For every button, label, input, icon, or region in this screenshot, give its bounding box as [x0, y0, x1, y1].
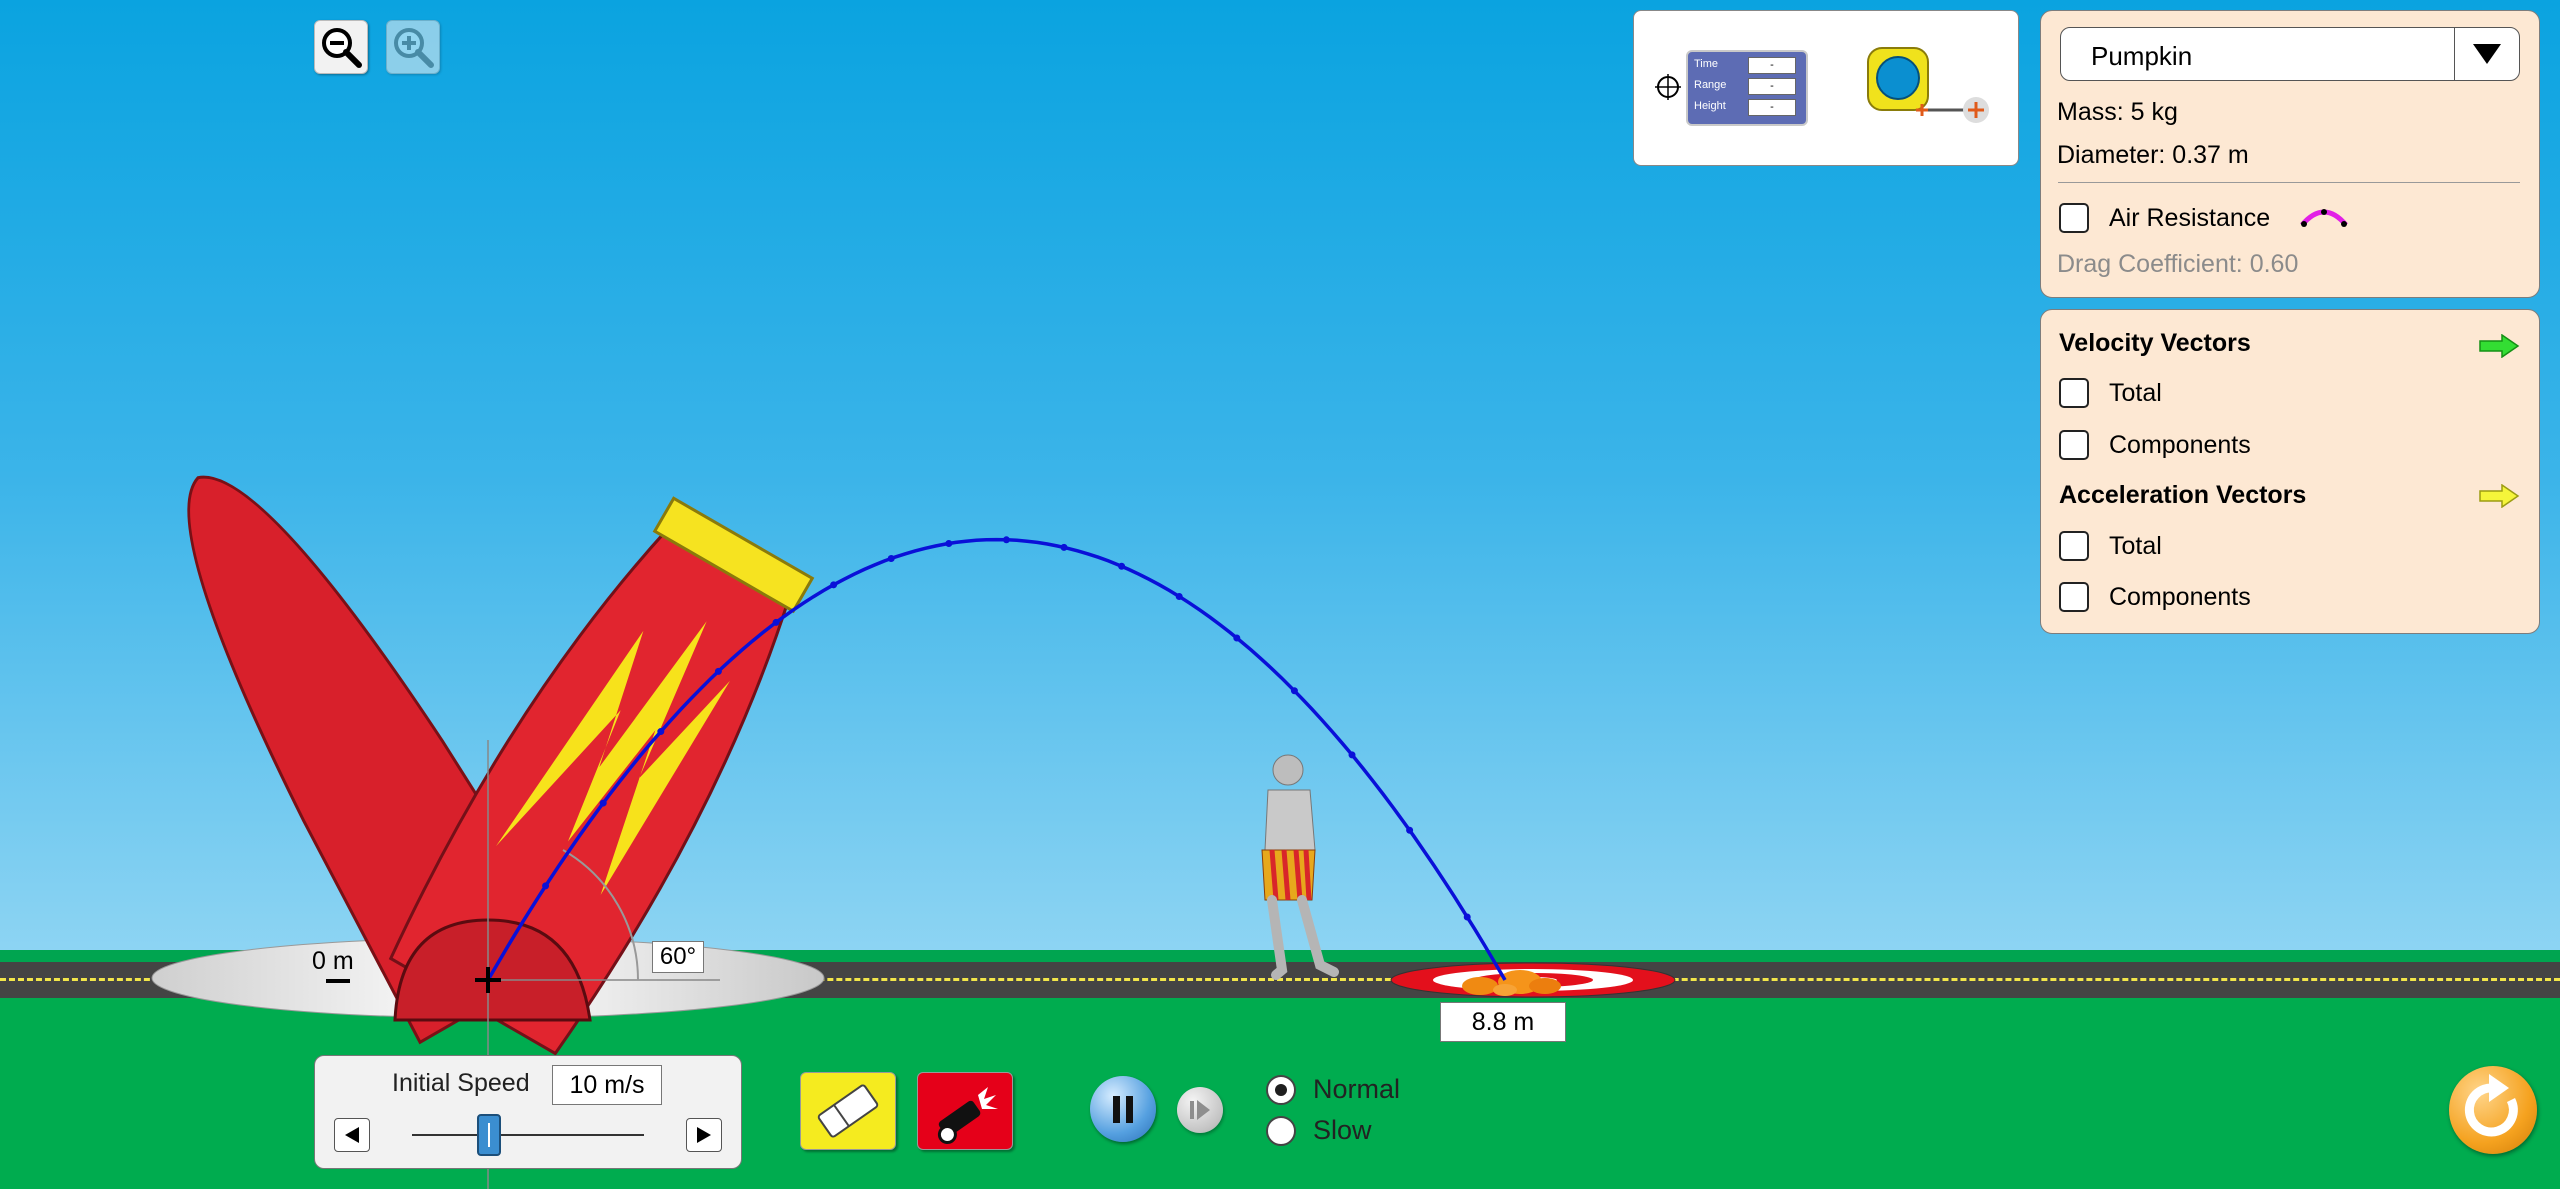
trajectory-dot [542, 882, 550, 890]
triangle-right-icon [697, 1127, 711, 1143]
stopwatch-value: - [1748, 57, 1796, 74]
cannon-fire-icon [937, 1087, 998, 1145]
trajectory-dot [887, 555, 895, 563]
speed-slider-track[interactable] [412, 1134, 644, 1136]
angle-label: 60° [652, 941, 704, 973]
air-resistance-label: Air Resistance [2109, 204, 2271, 232]
mass-text: Mass: 5 kg [2057, 98, 2178, 126]
trajectory-dot [1002, 536, 1010, 544]
stopwatch-value: - [1748, 99, 1796, 116]
stopwatch-label: Height [1694, 100, 1726, 112]
pause-button[interactable] [1090, 1076, 1156, 1142]
range-label: 8.8 m [1440, 1002, 1566, 1042]
trajectory-dot [945, 539, 953, 547]
trajectory-dot [1118, 562, 1126, 570]
trajectory-dot [599, 799, 607, 807]
acceleration-components-label: Components [2109, 583, 2251, 611]
velocity-total-label: Total [2109, 379, 2162, 407]
acceleration-total-label: Total [2109, 532, 2162, 560]
erase-button[interactable] [800, 1072, 896, 1150]
trajectory-dot [1060, 543, 1068, 551]
trajectory-dot [830, 581, 838, 589]
velocity-total-checkbox[interactable] [2059, 378, 2089, 408]
stopwatch-value: - [1748, 78, 1796, 95]
projectile-type-dropdown[interactable]: Pumpkin [2060, 27, 2520, 81]
trajectory-dot [772, 618, 780, 626]
stopwatch-row-range: Range - [1692, 77, 1800, 95]
sim-speed-slow-label: Slow [1313, 1115, 1372, 1145]
tape-measure-icon[interactable] [1864, 44, 1994, 130]
stopwatch-row-time: Time - [1692, 56, 1800, 74]
diameter-text: Diameter: 0.37 m [2057, 141, 2249, 169]
sim-speed-slow-radio[interactable] [1266, 1116, 1296, 1146]
panel-divider [2058, 182, 2520, 183]
stopwatch-label: Range [1694, 79, 1727, 91]
acceleration-total-checkbox[interactable] [2059, 531, 2089, 561]
fire-button[interactable] [917, 1072, 1013, 1150]
speed-slider-thumb[interactable] [476, 1114, 501, 1156]
velocity-components-label: Components [2109, 431, 2251, 459]
initial-speed-label: Initial Speed [392, 1069, 530, 1097]
step-forward-button[interactable] [1177, 1087, 1223, 1133]
velocity-components-checkbox[interactable] [2059, 430, 2089, 460]
david-statue [1261, 754, 1339, 980]
triangle-left-icon [345, 1127, 359, 1143]
dropdown-selected-value: Pumpkin [2091, 41, 2193, 71]
acceleration-components-checkbox[interactable] [2059, 582, 2089, 612]
zoom-out-button[interactable] [314, 20, 368, 74]
eraser-icon [817, 1084, 879, 1138]
trajectory-dot [1463, 913, 1471, 921]
trajectory-dot [1233, 634, 1241, 642]
trajectory-dot [714, 667, 722, 675]
speed-increment-button[interactable] [686, 1118, 722, 1152]
speed-decrement-button[interactable] [334, 1118, 370, 1152]
trajectory-dot [657, 728, 665, 736]
triangle-down-icon [2473, 44, 2501, 64]
magnifier-plus-icon [394, 28, 434, 68]
dropdown-arrow-button[interactable] [2454, 28, 2519, 80]
step-forward-icon [1190, 1100, 1210, 1120]
magnifier-minus-icon [322, 28, 362, 68]
trajectory-dot [1348, 751, 1356, 759]
reset-button[interactable] [2449, 1066, 2537, 1154]
sim-speed-normal-label: Normal [1313, 1074, 1401, 1104]
zoom-in-button[interactable] [386, 20, 440, 74]
drag-coefficient-text: Drag Coefficient: 0.60 [2057, 250, 2299, 278]
drag-curve-icon [2300, 209, 2348, 227]
stopwatch-crosshair-icon[interactable] [1655, 74, 1681, 100]
trajectory-dot [1175, 592, 1183, 600]
sim-speed-normal-radio[interactable] [1266, 1075, 1296, 1105]
pause-icon [1113, 1096, 1133, 1123]
reset-icon [2464, 1074, 2518, 1137]
acceleration-arrow-icon [2479, 484, 2520, 508]
velocity-arrow-icon [2479, 334, 2520, 358]
trajectory-dot [1290, 687, 1298, 695]
acceleration-vectors-title: Acceleration Vectors [2059, 481, 2307, 509]
air-resistance-checkbox[interactable] [2059, 203, 2089, 233]
trajectory-dot [1406, 826, 1414, 834]
stopwatch-label: Time [1694, 58, 1719, 70]
velocity-vectors-title: Velocity Vectors [2059, 329, 2251, 357]
initial-speed-value: 10 m/s [552, 1065, 662, 1105]
stopwatch-row-height: Height - [1692, 98, 1800, 116]
height-label: 0 m [312, 947, 354, 975]
stopwatch-tool[interactable]: Time - Range - Height - [1686, 50, 1808, 126]
